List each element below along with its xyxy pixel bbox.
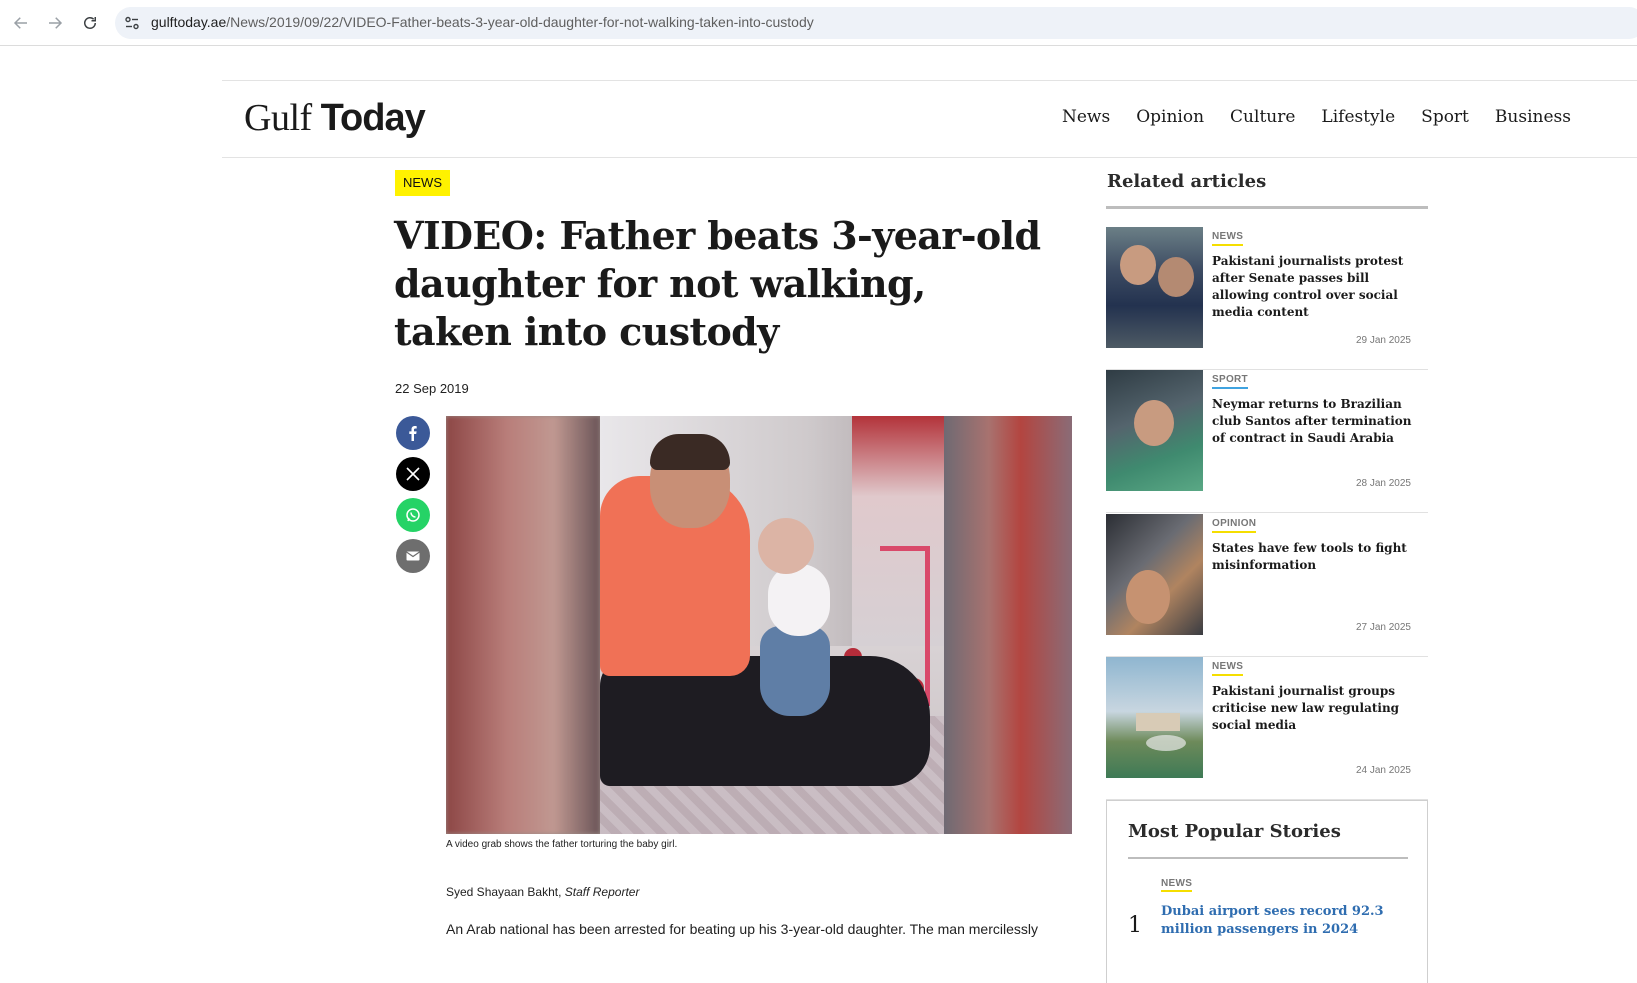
logo-gulf: Gulf [244,97,321,139]
author-role: Staff Reporter [564,885,640,899]
nav-business[interactable]: Business [1495,107,1571,127]
facebook-icon [409,426,417,441]
address-bar[interactable]: gulftoday.ae/News/2019/09/22/VIDEO-Fathe… [115,7,1637,39]
article-hero-image[interactable] [446,416,1072,834]
nav-lifestyle[interactable]: Lifestyle [1321,107,1395,127]
related-articles-title: Related articles [1107,171,1267,192]
related-headline[interactable]: Pakistani journalists protest after Sena… [1212,253,1424,321]
article-headline: VIDEO: Father beats 3-year-old daughter … [394,213,1041,354]
related-category[interactable]: NEWS [1212,661,1244,676]
related-date: 27 Jan 2025 [1355,622,1411,633]
article-body-paragraph: An Arab national has been arrested for b… [446,921,1038,937]
url-text[interactable]: gulftoday.ae/News/2019/09/22/VIDEO-Fathe… [151,14,814,30]
most-popular-divider [1128,857,1408,859]
nav-news[interactable]: News [1062,107,1110,127]
related-article-3[interactable]: OPINION States have few tools to fight m… [1106,514,1428,657]
related-category[interactable]: NEWS [1212,231,1244,246]
related-thumbnail[interactable] [1106,657,1203,778]
reload-icon [84,17,96,29]
site-header: Gulf Today News Opinion Culture Lifestyl… [222,80,1637,158]
hero-video-frame [600,416,944,834]
popular-category[interactable]: NEWS [1161,878,1193,892]
popular-headline[interactable]: Dubai airport sees record 92.3 million p… [1161,903,1411,939]
site-logo[interactable]: Gulf Today [244,95,426,140]
url-path: /News/2019/09/22/VIDEO-Father-beats-3-ye… [226,14,814,30]
related-category[interactable]: OPINION [1212,518,1257,533]
hero-blurred-right [944,416,1072,834]
popular-category-text: NEWS [1161,878,1193,889]
related-divider [1106,206,1428,209]
related-thumbnail[interactable] [1106,227,1203,348]
related-headline[interactable]: Neymar returns to Brazilian club Santos … [1212,396,1424,447]
url-host: gulftoday.ae [151,14,227,30]
x-icon [406,467,420,481]
related-article-2[interactable]: SPORT Neymar returns to Brazilian club S… [1106,370,1428,513]
most-popular-box: Most Popular Stories 1 NEWS Dubai airpor… [1106,800,1428,983]
site-settings-icon[interactable] [124,15,140,31]
forward-button[interactable] [43,11,67,35]
related-date: 24 Jan 2025 [1355,765,1411,776]
related-date: 28 Jan 2025 [1355,478,1411,489]
related-category-text: NEWS [1212,231,1244,242]
back-button[interactable] [9,11,33,35]
related-thumbnail[interactable] [1106,370,1203,491]
nav-opinion[interactable]: Opinion [1136,107,1204,127]
related-headline[interactable]: Pakistani journalist groups criticise ne… [1212,683,1424,734]
whatsapp-icon [406,508,420,522]
reload-button[interactable] [78,11,102,35]
most-popular-title: Most Popular Stories [1128,821,1341,842]
arrow-left-icon [13,17,27,29]
browser-toolbar: gulftoday.ae/News/2019/09/22/VIDEO-Fathe… [0,0,1637,46]
byline: Syed Shayaan Bakht, Staff Reporter [446,885,639,899]
related-thumbnail[interactable] [1106,514,1203,635]
related-category-text: SPORT [1212,374,1248,385]
related-category[interactable]: SPORT [1212,374,1248,389]
share-facebook-button[interactable] [396,416,430,450]
related-date: 29 Jan 2025 [1355,335,1411,346]
popular-rank: 1 [1128,913,1142,938]
arrow-right-icon [49,17,63,29]
logo-today: Today [320,97,426,139]
main-navigation: News Opinion Culture Lifestyle Sport Bus… [1062,107,1597,127]
nav-culture[interactable]: Culture [1230,107,1295,127]
related-article-1[interactable]: NEWS Pakistani journalists protest after… [1106,227,1428,370]
nav-sport[interactable]: Sport [1421,107,1469,127]
hero-blurred-left [446,416,600,834]
share-whatsapp-button[interactable] [396,498,430,532]
author-name[interactable]: Syed Shayaan Bakht, [446,885,565,899]
category-badge[interactable]: NEWS [395,170,450,196]
share-x-button[interactable] [396,457,430,491]
related-article-4[interactable]: NEWS Pakistani journalist groups critici… [1106,657,1428,800]
related-category-text: NEWS [1212,661,1244,672]
email-icon [406,551,420,561]
share-email-button[interactable] [396,539,430,573]
related-headline[interactable]: States have few tools to fight misinform… [1212,540,1424,574]
related-category-text: OPINION [1212,518,1257,529]
image-caption: A video grab shows the father torturing … [446,839,678,850]
article-date: 22 Sep 2019 [395,381,469,396]
